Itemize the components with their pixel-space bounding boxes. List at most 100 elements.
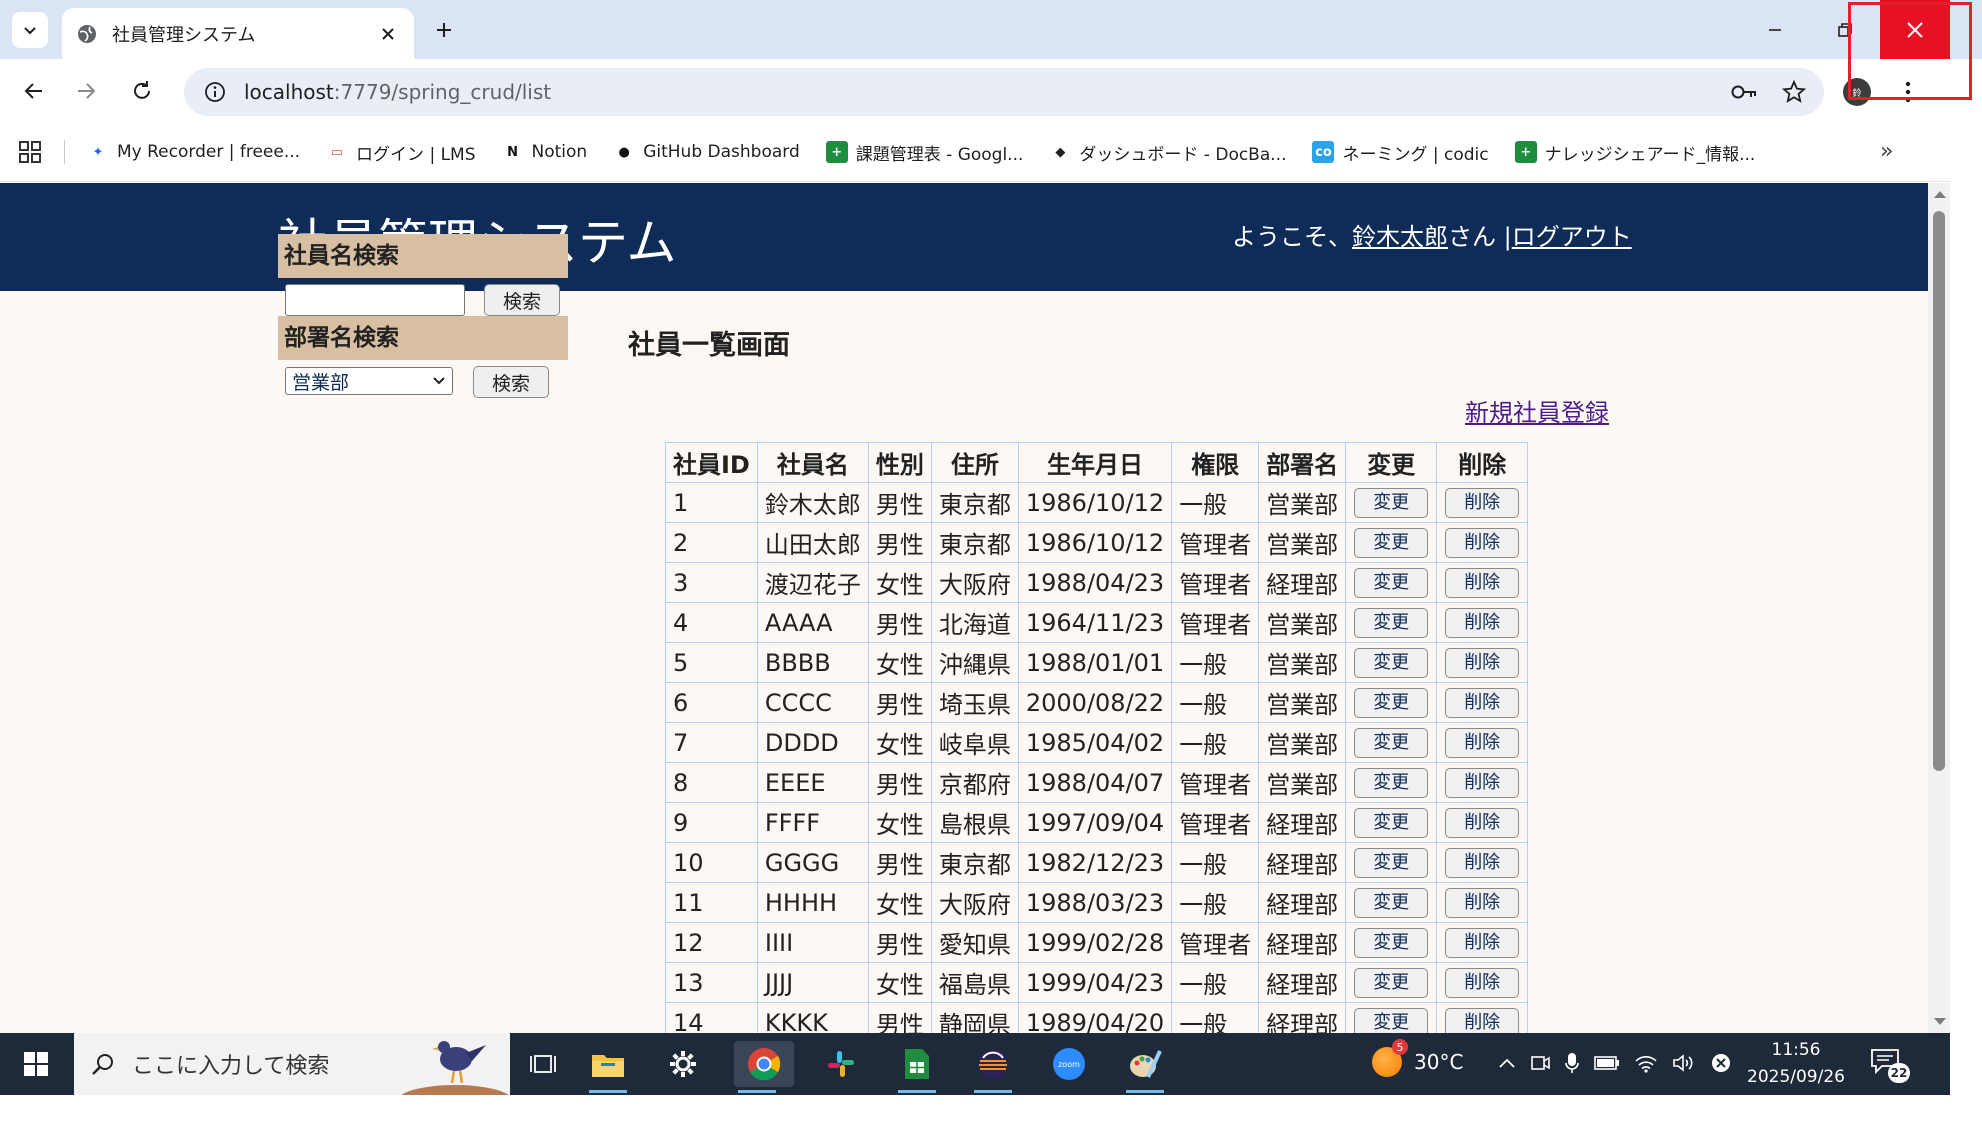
bookmark-item[interactable]: co ネーミング | codic <box>1312 140 1489 165</box>
edit-button[interactable]: 変更 <box>1354 567 1429 598</box>
wifi-icon[interactable] <box>1634 1053 1658 1073</box>
table-row: 10 GGGG 男性 東京都 1982/12/23 一般 経理部 変更 削除 <box>665 842 1529 883</box>
edit-button[interactable]: 変更 <box>1354 767 1429 798</box>
delete-button[interactable]: 削除 <box>1445 487 1520 518</box>
logout-link[interactable]: ログアウト <box>1512 223 1632 251</box>
close-window-button[interactable] <box>1880 0 1950 59</box>
edit-button[interactable]: 変更 <box>1354 927 1429 958</box>
scroll-thumb[interactable] <box>1933 211 1945 771</box>
table-cell: 男性 <box>867 522 932 563</box>
delete-button[interactable]: 削除 <box>1445 647 1520 678</box>
meet-now-icon[interactable] <box>1530 1052 1550 1074</box>
apps-grid-icon[interactable] <box>18 140 42 164</box>
taskbar-search-placeholder: ここに入力して検索 <box>132 1054 330 1079</box>
delete-button[interactable]: 削除 <box>1445 967 1520 998</box>
browser-tab[interactable]: 社員管理システム <box>62 8 414 59</box>
delete-button[interactable]: 削除 <box>1445 807 1520 838</box>
name-search-button[interactable]: 検索 <box>484 284 560 316</box>
employee-table: 社員ID 社員名 性別 住所 生年月日 権限 部署名 変更 削除 1 鈴木太郎 男性 東京都 1986/… <box>665 442 1529 1033</box>
table-row: 6 CCCC 男性 埼玉県 2000/08/22 一般 営業部 変更 削除 <box>665 682 1529 723</box>
reload-button[interactable] <box>122 71 162 111</box>
delete-button[interactable]: 削除 <box>1445 527 1520 558</box>
edit-button[interactable]: 変更 <box>1354 967 1429 998</box>
edit-button[interactable]: 変更 <box>1354 607 1429 638</box>
back-button[interactable] <box>14 71 54 111</box>
edit-button[interactable]: 変更 <box>1354 807 1429 838</box>
dept-search-button[interactable]: 検索 <box>473 366 549 398</box>
close-tab-icon[interactable] <box>376 22 400 46</box>
new-tab-button[interactable] <box>428 14 460 46</box>
more-menu-icon[interactable] <box>1896 77 1920 107</box>
paint-palette-icon[interactable] <box>1122 1041 1168 1093</box>
table-cell: 1 <box>665 482 758 523</box>
bookmark-item[interactable]: ✦ My Recorder | freee... <box>87 141 301 163</box>
delete-button[interactable]: 削除 <box>1445 727 1520 758</box>
double-chevron-right-icon[interactable]: » <box>1880 139 1893 164</box>
delete-button[interactable]: 削除 <box>1445 567 1520 598</box>
bookmark-item[interactable]: ● GitHub Dashboard <box>613 141 800 163</box>
bookmark-item[interactable]: N Notion <box>502 141 587 163</box>
slack-icon[interactable] <box>818 1041 864 1087</box>
key-icon[interactable] <box>1730 81 1758 103</box>
delete-button[interactable]: 削除 <box>1445 847 1520 878</box>
table-cell: 経理部 <box>1258 1002 1347 1033</box>
edit-button[interactable]: 変更 <box>1354 527 1429 558</box>
active-indicator <box>898 1090 936 1093</box>
bookmark-item[interactable]: ▭ ログイン | LMS <box>326 140 476 165</box>
settings-gear-icon[interactable] <box>660 1041 706 1087</box>
delete-button[interactable]: 削除 <box>1445 887 1520 918</box>
edit-button[interactable]: 変更 <box>1354 727 1429 758</box>
docbase-icon: ◆ <box>1055 144 1066 160</box>
forward-button[interactable] <box>66 71 106 111</box>
edit-button[interactable]: 変更 <box>1354 647 1429 678</box>
notification-center-icon[interactable]: 22 <box>1870 1047 1910 1083</box>
tab-search-button[interactable] <box>12 12 48 48</box>
page-scrollbar[interactable] <box>1928 183 1950 1033</box>
bookmark-item[interactable]: ◆ ダッシュボード - DocBa... <box>1049 140 1286 165</box>
scroll-down-icon[interactable] <box>1934 1018 1946 1025</box>
sheets-icon[interactable] <box>894 1041 940 1093</box>
taskbar: ここに入力して検索 zoom 5 30°C 11:56 2025/09/26 2… <box>0 1033 1950 1095</box>
microphone-icon[interactable] <box>1564 1051 1580 1075</box>
edit-button[interactable]: 変更 <box>1354 887 1429 918</box>
delete-button[interactable]: 削除 <box>1445 607 1520 638</box>
table-cell: 削除 <box>1436 562 1529 603</box>
edit-button[interactable]: 変更 <box>1354 847 1429 878</box>
table-cell: 一般 <box>1171 1002 1260 1033</box>
edit-button[interactable]: 変更 <box>1354 1007 1429 1033</box>
battery-icon[interactable] <box>1594 1055 1620 1071</box>
user-name-link[interactable]: 鈴木太郎 <box>1352 223 1448 251</box>
task-view-icon[interactable] <box>520 1041 566 1087</box>
new-employee-link[interactable]: 新規社員登録 <box>1465 393 1609 428</box>
delete-button[interactable]: 削除 <box>1445 767 1520 798</box>
zoom-icon[interactable]: zoom <box>1046 1041 1092 1087</box>
clock[interactable]: 11:56 2025/09/26 <box>1744 1037 1848 1091</box>
name-search-input[interactable] <box>285 284 465 316</box>
edit-button[interactable]: 変更 <box>1354 687 1429 718</box>
blocked-status-icon[interactable] <box>1710 1052 1732 1074</box>
minimize-button[interactable] <box>1740 0 1810 59</box>
chevron-up-icon[interactable] <box>1498 1056 1516 1070</box>
delete-button[interactable]: 削除 <box>1445 927 1520 958</box>
edit-button[interactable]: 変更 <box>1354 487 1429 518</box>
restore-button[interactable] <box>1810 0 1880 59</box>
site-info-icon[interactable] <box>202 79 228 105</box>
file-explorer-icon[interactable] <box>585 1041 631 1093</box>
bookmark-item[interactable]: + ナレッジシェアード_情報... <box>1514 140 1755 165</box>
table-row: 1 鈴木太郎 男性 東京都 1986/10/12 一般 営業部 変更 削除 <box>665 482 1529 523</box>
profile-avatar[interactable]: 鈴 <box>1843 78 1871 106</box>
bookmark-item[interactable]: + 課題管理表 - Googl... <box>825 140 1023 165</box>
delete-button[interactable]: 削除 <box>1445 687 1520 718</box>
chrome-icon[interactable] <box>734 1041 794 1093</box>
weather-widget[interactable]: 5 30°C <box>1372 1039 1463 1077</box>
address-bar[interactable]: localhost:7779/spring_crud/list <box>184 68 1824 116</box>
speaker-icon[interactable] <box>1672 1053 1696 1073</box>
dept-select[interactable]: 営業部 <box>285 367 453 395</box>
bookmark-star-icon[interactable] <box>1782 80 1806 104</box>
delete-button[interactable]: 削除 <box>1445 1007 1520 1033</box>
windows-start-button[interactable] <box>0 1033 72 1095</box>
scroll-up-icon[interactable] <box>1934 191 1946 198</box>
eclipse-icon[interactable] <box>970 1041 1016 1093</box>
taskbar-search[interactable]: ここに入力して検索 <box>74 1033 510 1095</box>
search-icon <box>92 1054 113 1075</box>
